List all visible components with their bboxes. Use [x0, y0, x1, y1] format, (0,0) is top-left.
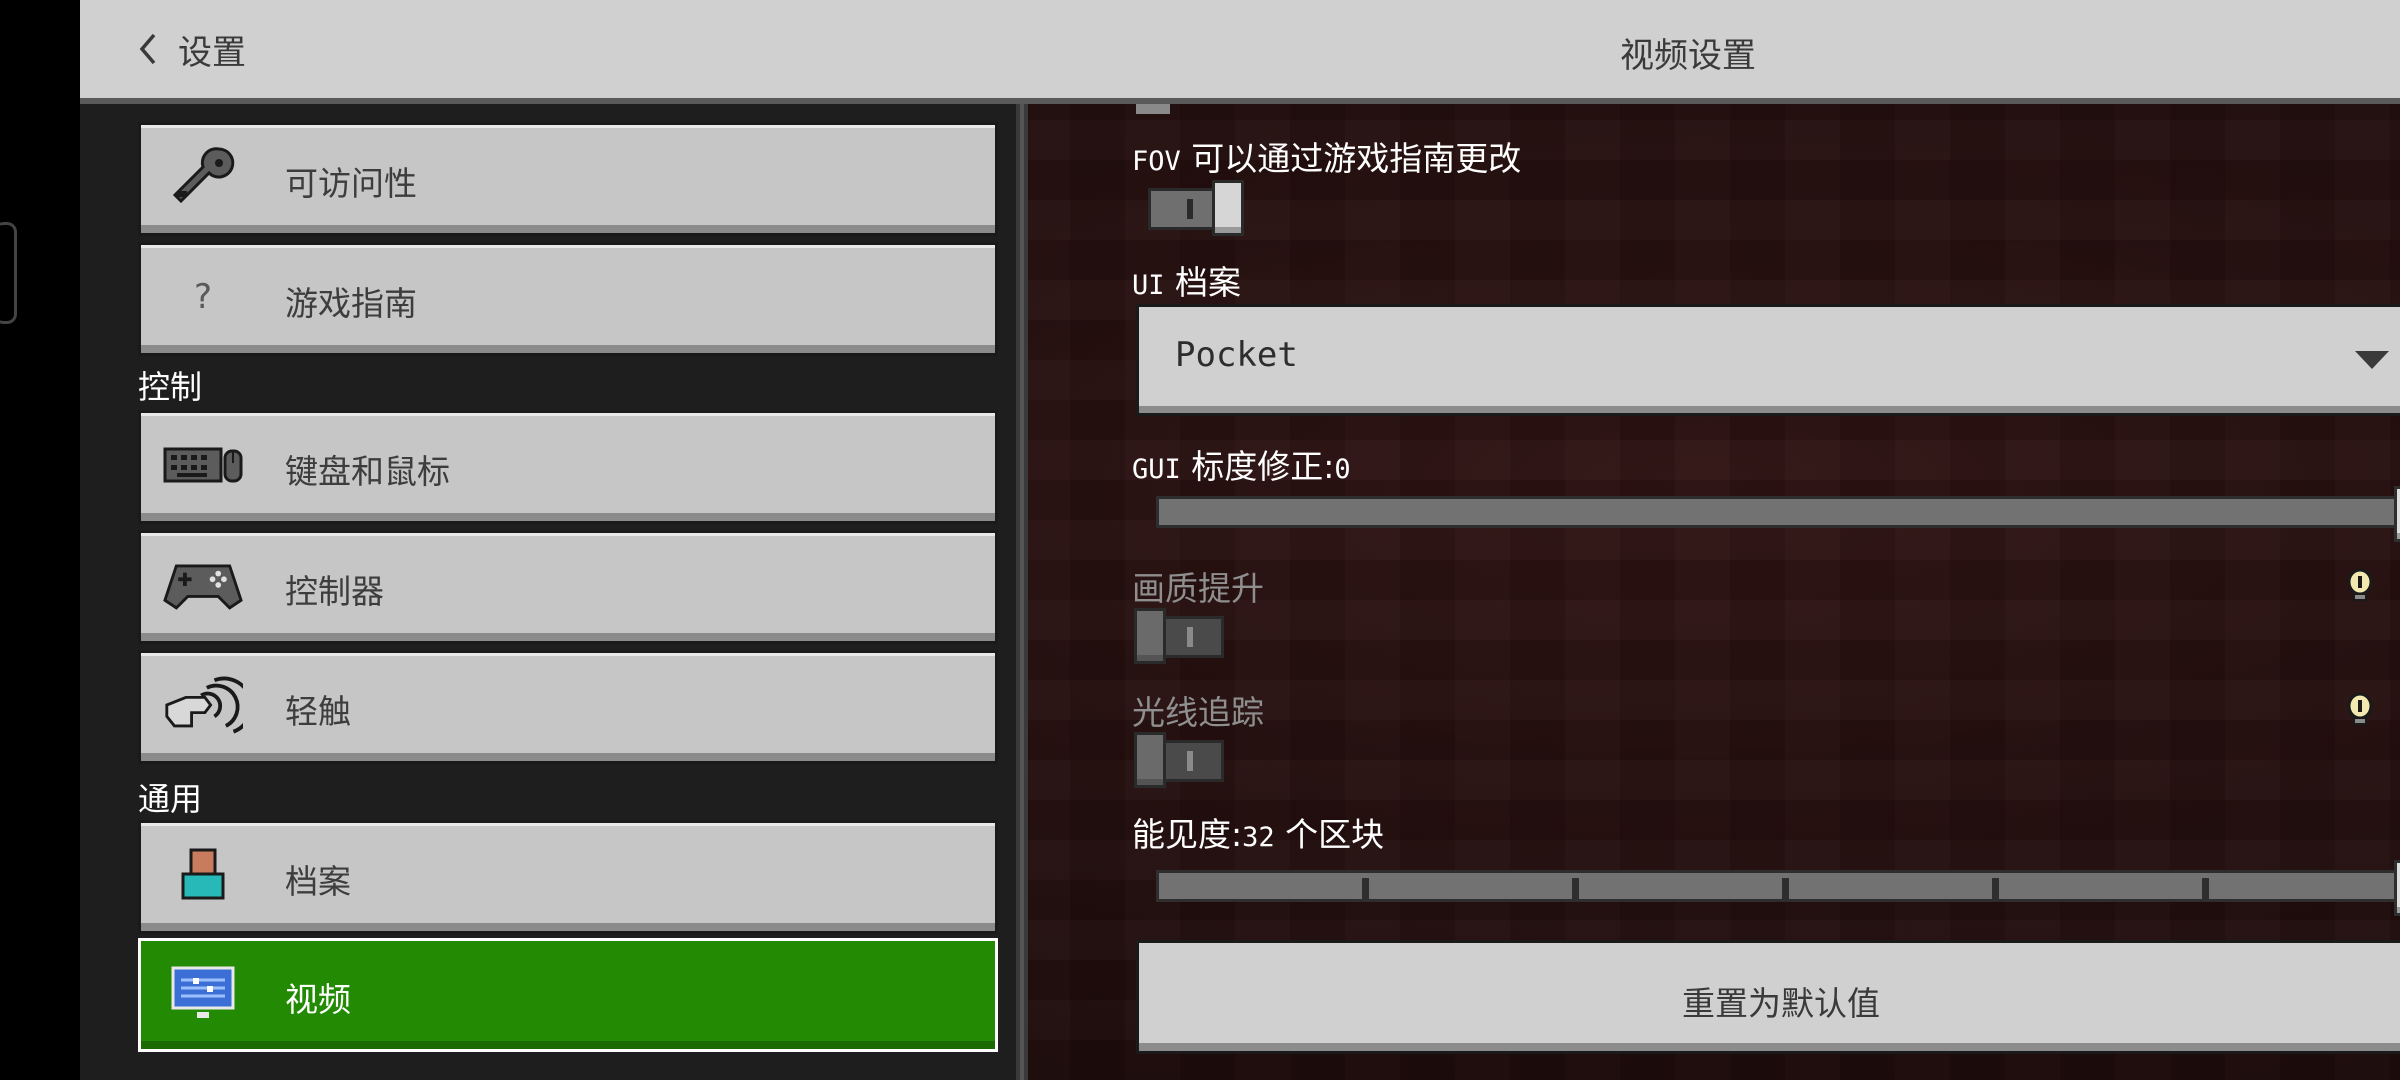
- gui-scale-label: GUI 标度修正:0: [1132, 447, 1351, 486]
- fov-label: FOV 可以通过游戏指南更改: [1132, 139, 1522, 178]
- upscaling-toggle[interactable]: [1134, 608, 1230, 664]
- sidebar-item-how-to-play[interactable]: ? 游戏指南: [138, 242, 998, 356]
- sidebar-item-label: 轻触: [285, 692, 351, 731]
- touch-icon: [163, 669, 243, 741]
- sidebar-item-label: 视频: [285, 980, 351, 1019]
- settings-sidebar[interactable]: 可访问性 ? 游戏指南 控制 键盘和鼠标 控制器 轻触 通用 档案 视频: [80, 104, 1016, 1080]
- gui-scale-slider[interactable]: [1156, 486, 2400, 542]
- slider-tick: [1782, 878, 1789, 900]
- sidebar-item-label: 档案: [285, 862, 351, 901]
- ui-profile-label: UI 档案: [1132, 263, 1242, 302]
- upscaling-label: 画质提升: [1132, 569, 1264, 608]
- video-settings-panel[interactable]: FOV 可以通过游戏指南更改 UI 档案 Pocket GUI 标度修正:0 画…: [1028, 104, 2400, 1080]
- sidebar-item-controller[interactable]: 控制器: [138, 530, 998, 644]
- page-title: 视频设置: [1620, 36, 1756, 76]
- gamepad-icon: [163, 549, 243, 621]
- top-bar: 设置 视频设置: [80, 0, 2400, 104]
- sidebar-item-label: 键盘和鼠标: [285, 452, 450, 491]
- sidebar-item-video[interactable]: 视频: [138, 938, 998, 1052]
- chevron-left-icon: [139, 33, 156, 65]
- lightbulb-icon[interactable]: [2346, 568, 2374, 602]
- sidebar-item-label: 游戏指南: [285, 284, 417, 323]
- system-edge-bar: [0, 0, 80, 1080]
- raytracing-label: 光线追踪: [1132, 693, 1264, 732]
- raytracing-toggle[interactable]: [1134, 732, 1230, 788]
- sidebar-item-label: 可访问性: [285, 164, 417, 203]
- slider-thumb[interactable]: [2394, 486, 2400, 542]
- back-button[interactable]: 设置: [136, 28, 246, 73]
- section-heading-controls: 控制: [138, 368, 203, 406]
- sidebar-item-touch[interactable]: 轻触: [138, 650, 998, 764]
- question-icon: ?: [193, 277, 213, 317]
- panel-divider: [1016, 104, 1028, 1080]
- slider-tick: [1992, 878, 1999, 900]
- video-settings-screen: 设置 视频设置 可访问性 ? 游戏指南 控制 键盘和鼠标 控制器 轻触 通用 档…: [80, 0, 2400, 1080]
- keyboard-mouse-icon: [163, 429, 243, 501]
- slider-tick: [1572, 878, 1579, 900]
- sidebar-item-accessibility[interactable]: 可访问性: [138, 122, 998, 236]
- edge-handle-icon[interactable]: [0, 222, 17, 324]
- chevron-down-icon: [2355, 351, 2389, 369]
- reset-defaults-button[interactable]: 重置为默认值: [1136, 940, 2400, 1054]
- fov-toggle[interactable]: [1148, 180, 1244, 236]
- ui-profile-dropdown[interactable]: Pocket: [1136, 304, 2400, 416]
- sidebar-item-keyboard-mouse[interactable]: 键盘和鼠标: [138, 410, 998, 524]
- key-icon: [163, 141, 243, 213]
- back-label: 设置: [178, 32, 246, 73]
- lightbulb-icon[interactable]: [2346, 692, 2374, 726]
- render-distance-slider[interactable]: [1156, 860, 2400, 916]
- section-heading-general: 通用: [138, 780, 203, 818]
- slider-tick: [1362, 878, 1369, 900]
- monitor-icon: [163, 957, 243, 1029]
- render-distance-label: 能见度:32 个区块: [1132, 815, 1385, 854]
- slider-tick: [2202, 878, 2209, 900]
- slider-thumb[interactable]: [2394, 860, 2400, 916]
- scroll-indicator[interactable]: [1136, 104, 1170, 114]
- sidebar-item-label: 控制器: [285, 572, 384, 611]
- profile-icon: [163, 839, 243, 911]
- sidebar-item-profile[interactable]: 档案: [138, 820, 998, 934]
- ui-profile-value: Pocket: [1175, 335, 1298, 375]
